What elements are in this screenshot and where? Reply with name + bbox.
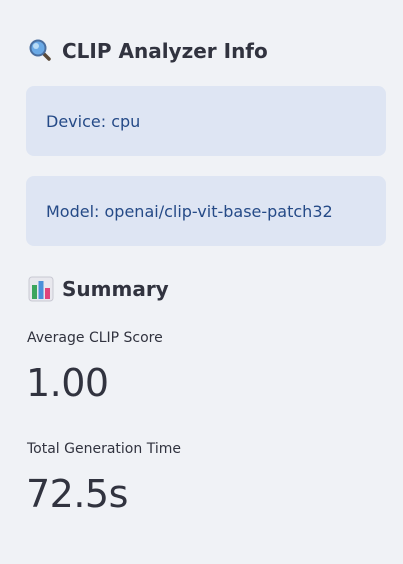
model-info-box: Model: openai/clip-vit-base-patch32 (26, 176, 386, 246)
clip-info-heading: CLIP Analyzer Info (28, 38, 268, 64)
metric-value-total-generation-time: 72.5s (26, 472, 128, 516)
metric-label-total-generation-time: Total Generation Time (27, 441, 181, 457)
summary-heading: Summary (28, 276, 169, 302)
metric-label-avg-clip-score: Average CLIP Score (27, 330, 163, 346)
magnifying-glass-icon (28, 38, 54, 64)
metric-value-avg-clip-score: 1.00 (26, 361, 109, 405)
device-info-box: Device: cpu (26, 86, 386, 156)
device-text: Device: cpu (46, 111, 141, 131)
summary-heading-text: Summary (62, 277, 169, 301)
model-text: Model: openai/clip-vit-base-patch32 (46, 201, 333, 221)
bar-chart-icon (28, 276, 54, 302)
clip-info-heading-text: CLIP Analyzer Info (62, 39, 268, 63)
sidebar: CLIP Analyzer Info Device: cpu Model: op… (0, 0, 403, 564)
